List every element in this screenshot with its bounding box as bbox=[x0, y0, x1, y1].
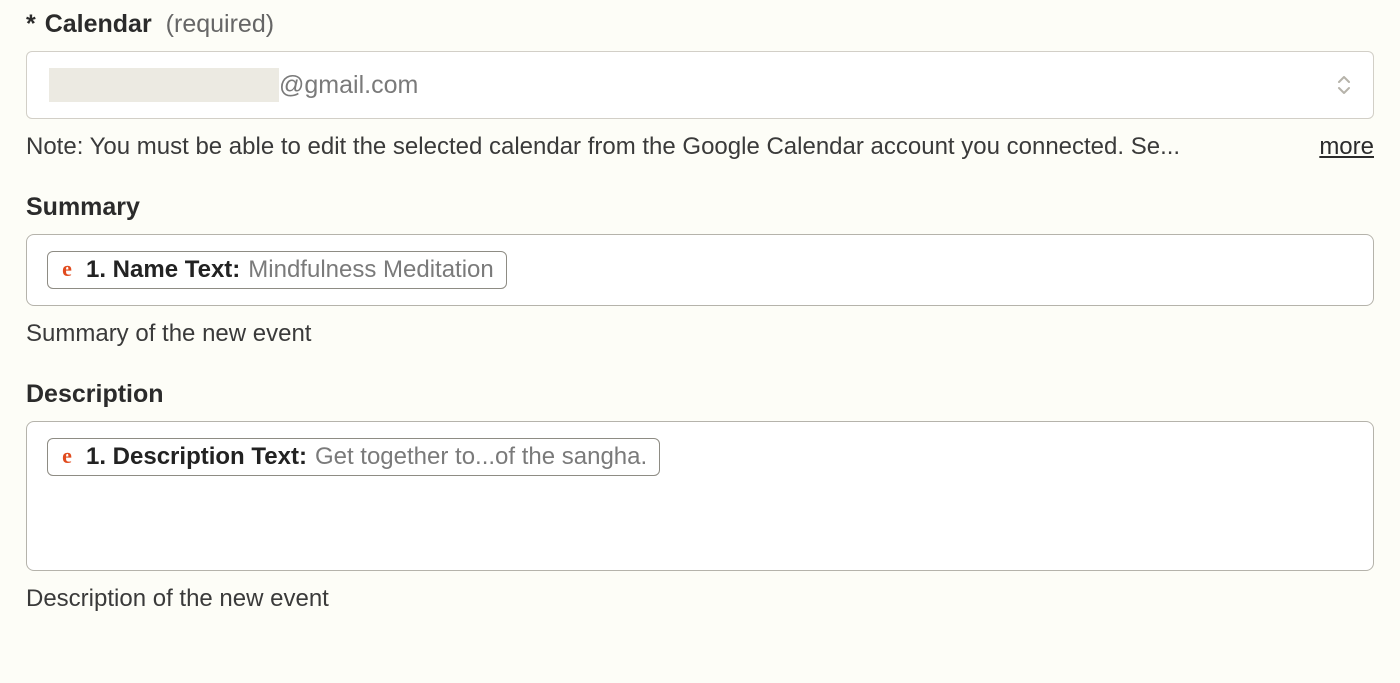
calendar-value-suffix: @gmail.com bbox=[279, 71, 418, 100]
description-pill-label: 1. Description Text: bbox=[86, 443, 307, 471]
eventbrite-icon: e bbox=[56, 446, 78, 468]
summary-field: Summary e 1. Name Text: Mindfulness Medi… bbox=[26, 193, 1374, 348]
summary-label: Summary bbox=[26, 193, 140, 222]
description-input[interactable]: e 1. Description Text: Get together to..… bbox=[26, 421, 1374, 571]
description-pill[interactable]: e 1. Description Text: Get together to..… bbox=[47, 438, 660, 476]
description-helper: Description of the new event bbox=[26, 585, 1374, 613]
summary-label-row: Summary bbox=[26, 193, 1374, 222]
description-label: Description bbox=[26, 380, 164, 409]
calendar-help-row: Note: You must be able to edit the selec… bbox=[26, 133, 1374, 161]
summary-helper: Summary of the new event bbox=[26, 320, 1374, 348]
calendar-field: * Calendar (required) @gmail.com Note: Y… bbox=[26, 10, 1374, 161]
description-pill-value: Get together to...of the sangha. bbox=[315, 443, 647, 471]
summary-pill[interactable]: e 1. Name Text: Mindfulness Meditation bbox=[47, 251, 507, 289]
required-star: * Calendar bbox=[26, 10, 152, 39]
summary-pill-label: 1. Name Text: bbox=[86, 256, 240, 284]
description-field: Description e 1. Description Text: Get t… bbox=[26, 380, 1374, 613]
description-label-row: Description bbox=[26, 380, 1374, 409]
calendar-select[interactable]: @gmail.com bbox=[26, 51, 1374, 119]
eventbrite-icon: e bbox=[56, 259, 78, 281]
calendar-label: Calendar bbox=[45, 10, 152, 38]
calendar-note: Note: You must be able to edit the selec… bbox=[26, 133, 1180, 161]
more-link[interactable]: more bbox=[1319, 133, 1374, 161]
redacted-segment bbox=[49, 68, 279, 102]
required-tag: (required) bbox=[166, 10, 274, 39]
summary-pill-value: Mindfulness Meditation bbox=[248, 256, 493, 284]
calendar-select-value: @gmail.com bbox=[49, 68, 418, 102]
calendar-label-row: * Calendar (required) bbox=[26, 10, 1374, 39]
select-chevrons-icon bbox=[1337, 76, 1351, 94]
summary-input[interactable]: e 1. Name Text: Mindfulness Meditation bbox=[26, 234, 1374, 306]
